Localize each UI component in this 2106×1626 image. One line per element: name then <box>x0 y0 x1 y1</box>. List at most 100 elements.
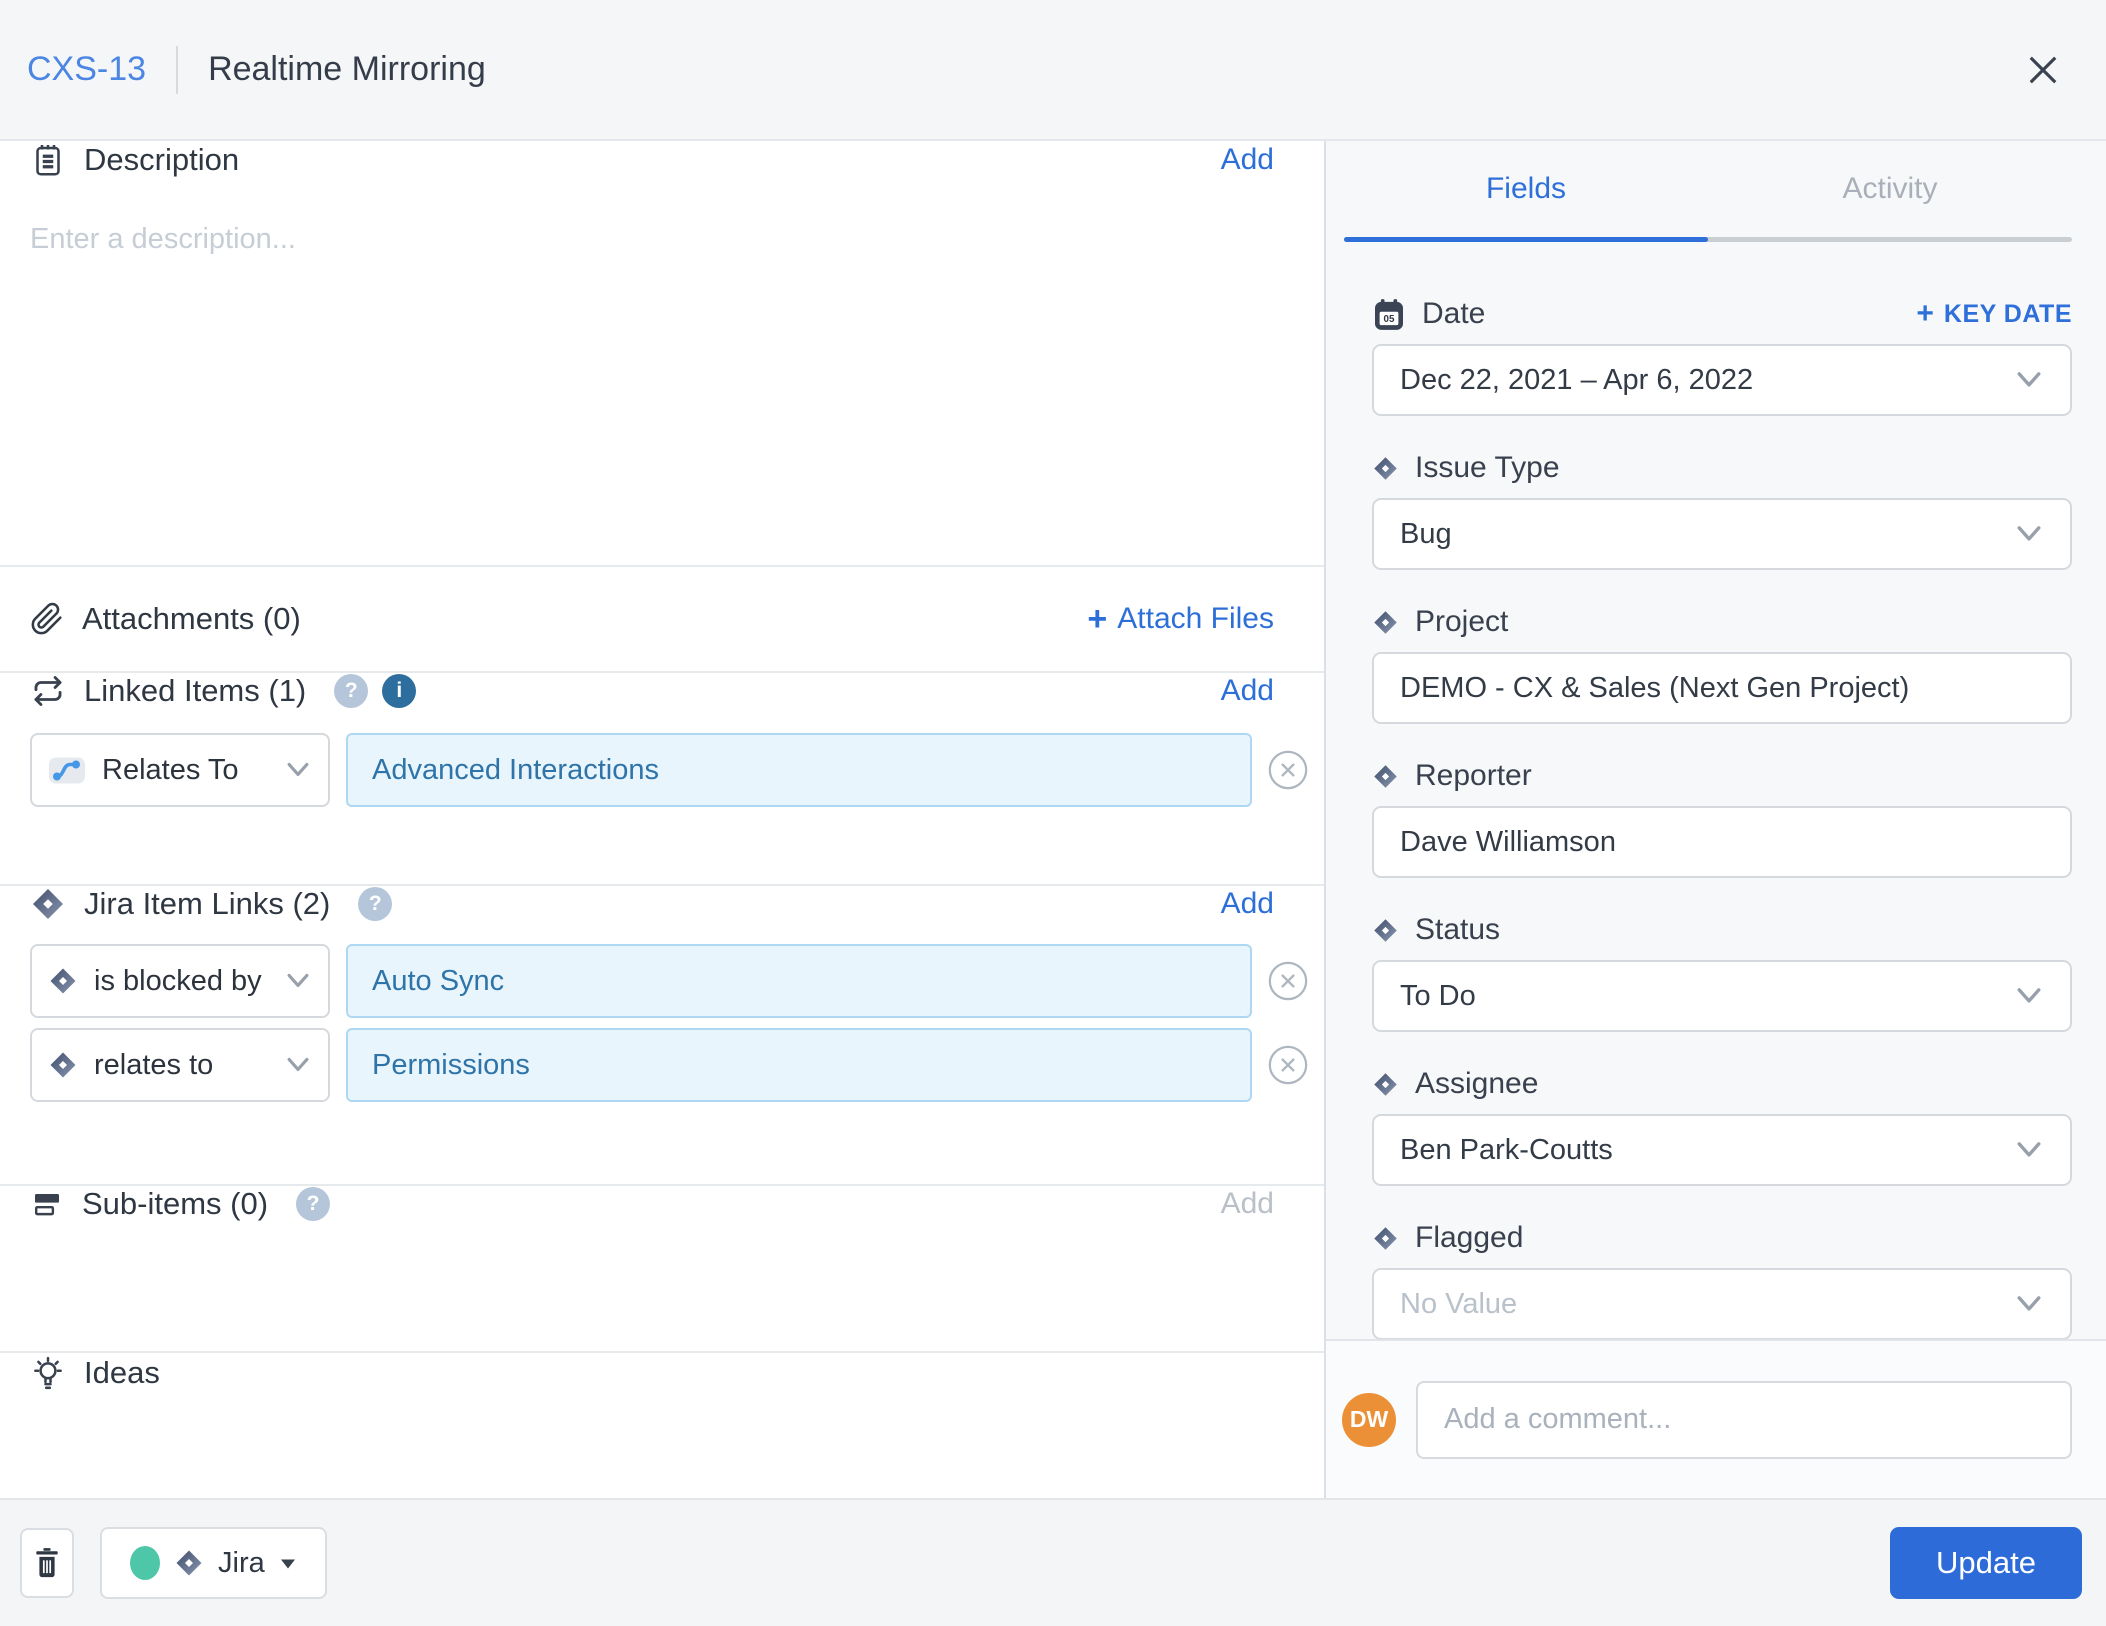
remove-icon <box>1266 1043 1310 1087</box>
header-divider <box>176 46 178 94</box>
flagged-select[interactable]: No Value <box>1372 1268 2072 1339</box>
link-type-dropdown[interactable]: Relates To <box>30 733 330 807</box>
avatar: DW <box>1342 1393 1396 1447</box>
chevron-down-icon <box>2014 1139 2044 1161</box>
description-icon <box>30 141 66 179</box>
jira-link-chip[interactable]: Permissions <box>346 1028 1252 1102</box>
jira-link-row: is blocked by Auto Sync <box>30 944 1310 1018</box>
description-title: Description <box>84 142 239 178</box>
jira-icon <box>174 1548 204 1578</box>
update-button[interactable]: Update <box>1890 1527 2082 1599</box>
linked-item-row: Relates To Advanced Interactions <box>30 733 1310 807</box>
sidebar-panel: Fields Activity 05 Date <box>1326 141 2106 1498</box>
chevron-down-icon <box>284 971 312 991</box>
jira-link-type-dropdown[interactable]: relates to <box>30 1028 330 1102</box>
sub-items-help-icon[interactable]: ? <box>296 1187 330 1221</box>
sub-items-add-button: Add <box>1221 1187 1274 1221</box>
status-label: Status <box>1415 913 1500 947</box>
issue-type-select[interactable]: Bug <box>1372 498 2072 570</box>
jira-link-chip[interactable]: Auto Sync <box>346 944 1252 1018</box>
ideas-title: Ideas <box>84 1355 160 1391</box>
description-editor[interactable]: Enter a description... <box>30 223 1310 256</box>
plus-icon: + <box>1087 602 1107 636</box>
paperclip-icon <box>30 601 64 637</box>
jira-icon <box>1372 917 1399 944</box>
jira-icon <box>1372 455 1399 482</box>
attach-files-button[interactable]: + Attach Files <box>1087 602 1274 636</box>
trash-icon <box>31 1545 63 1581</box>
chevron-down-icon <box>284 1055 312 1075</box>
main-panel: Description Add Enter a description... A… <box>0 141 1326 1498</box>
jira-links-help-icon[interactable]: ? <box>358 887 392 921</box>
linked-items-info-icon[interactable]: i <box>382 674 416 708</box>
ideas-section: Ideas <box>0 1353 1324 1498</box>
lightbulb-icon <box>30 1353 66 1393</box>
integration-switcher[interactable]: Jira <box>100 1527 327 1599</box>
tab-activity[interactable]: Activity <box>1708 141 2072 242</box>
chevron-down-icon <box>2014 985 2044 1007</box>
description-add-button[interactable]: Add <box>1221 143 1274 177</box>
description-section: Description Add Enter a description... <box>0 141 1324 567</box>
calendar-icon: 05 <box>1372 297 1406 332</box>
jira-link-type-dropdown[interactable]: is blocked by <box>30 944 330 1018</box>
assignee-select[interactable]: Ben Park-Coutts <box>1372 1114 2072 1186</box>
status-select[interactable]: To Do <box>1372 960 2072 1032</box>
jira-icon <box>48 1050 78 1080</box>
sync-status-icon <box>130 1546 160 1580</box>
comment-input[interactable] <box>1416 1381 2072 1459</box>
attachments-section: Attachments (0) + Attach Files <box>0 567 1324 673</box>
linked-items-help-icon[interactable]: ? <box>334 674 368 708</box>
close-icon <box>2022 49 2064 91</box>
linked-items-icon <box>30 674 66 708</box>
key-date-label: KEY DATE <box>1944 300 2072 329</box>
jira-link-row: relates to Permissions <box>30 1028 1310 1102</box>
project-field: DEMO - CX & Sales (Next Gen Project) <box>1372 652 2072 724</box>
sub-items-title: Sub-items (0) <box>82 1186 268 1222</box>
date-field-label: Date <box>1422 297 1485 331</box>
jira-link-type-value: relates to <box>94 1049 213 1082</box>
chevron-down-icon <box>2014 1293 2044 1315</box>
linked-items-add-button[interactable]: Add <box>1221 674 1274 708</box>
sub-items-section: Sub-items (0) ? Add <box>0 1186 1324 1353</box>
jira-icon <box>1372 763 1399 790</box>
issue-modal: CXS-13 Realtime Mirroring <box>0 0 2106 1626</box>
remove-jira-link-button[interactable] <box>1266 1043 1310 1087</box>
jira-links-title: Jira Item Links (2) <box>84 886 330 922</box>
key-date-button[interactable]: + KEY DATE <box>1916 299 2072 329</box>
comment-bar: DW <box>1326 1339 2106 1498</box>
jira-icon <box>30 886 66 922</box>
linked-items-title: Linked Items (1) <box>84 673 306 709</box>
issue-key-link[interactable]: CXS-13 <box>27 50 146 89</box>
attach-files-label: Attach Files <box>1117 602 1274 636</box>
delete-button[interactable] <box>20 1528 74 1598</box>
reporter-field: Dave Williamson <box>1372 806 2072 878</box>
relates-to-icon <box>48 755 86 786</box>
jira-link-type-value: is blocked by <box>94 965 262 998</box>
attachments-title: Attachments (0) <box>82 601 301 637</box>
modal-footer: Jira Update <box>0 1498 2106 1626</box>
jira-links-add-button[interactable]: Add <box>1221 887 1274 921</box>
modal-header: CXS-13 Realtime Mirroring <box>0 0 2106 141</box>
remove-jira-link-button[interactable] <box>1266 959 1310 1003</box>
date-range-select[interactable]: Dec 22, 2021 – Apr 6, 2022 <box>1372 344 2072 416</box>
jira-icon <box>48 966 78 996</box>
tab-fields[interactable]: Fields <box>1344 141 1708 242</box>
jira-icon <box>1372 1225 1399 1252</box>
reporter-label: Reporter <box>1415 759 1532 793</box>
link-type-value: Relates To <box>102 754 239 787</box>
jira-links-section: Jira Item Links (2) ? Add is blocked by <box>0 886 1324 1186</box>
caret-down-icon <box>279 1556 297 1571</box>
chevron-down-icon <box>284 760 312 780</box>
integration-label: Jira <box>218 1547 265 1580</box>
project-label: Project <box>1415 605 1508 639</box>
issue-type-label: Issue Type <box>1415 451 1560 485</box>
assignee-label: Assignee <box>1415 1067 1538 1101</box>
jira-icon <box>1372 609 1399 636</box>
close-button[interactable] <box>2020 47 2066 93</box>
remove-linked-item-button[interactable] <box>1266 748 1310 792</box>
jira-icon <box>1372 1071 1399 1098</box>
sidebar-tabs: Fields Activity <box>1326 141 2106 242</box>
plus-icon: + <box>1916 299 1934 329</box>
linked-item-chip[interactable]: Advanced Interactions <box>346 733 1252 807</box>
svg-text:05: 05 <box>1384 314 1395 325</box>
